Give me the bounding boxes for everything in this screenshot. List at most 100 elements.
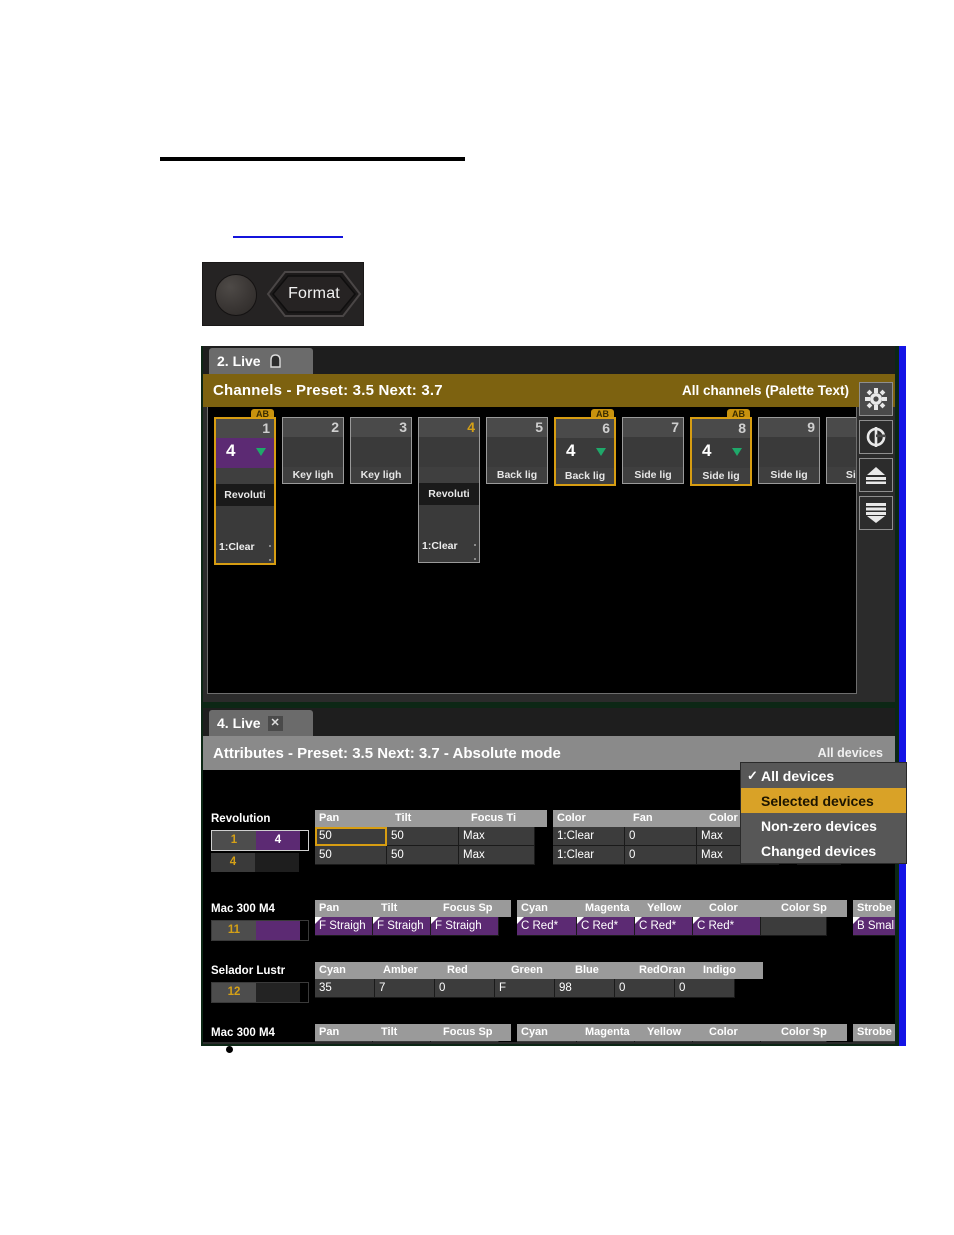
attribute-value-cell[interactable]: 50: [387, 846, 459, 865]
channel-cell-box[interactable]: 6 4 Back lig: [554, 417, 616, 486]
attribute-value-cell[interactable]: 50: [315, 827, 387, 846]
device-channel-pair[interactable]: 14: [211, 830, 309, 851]
attribute-value-cell[interactable]: 50: [315, 1041, 373, 1042]
tab-attributes-live[interactable]: 4. Live ✕: [209, 710, 313, 736]
hyperlink-underline[interactable]: [233, 236, 343, 238]
attribute-value-cell[interactable]: Max: [459, 846, 535, 865]
channel-cell[interactable]: 3 Key ligh: [350, 417, 412, 565]
attribute-value-cell[interactable]: C Red*: [577, 917, 635, 936]
dropdown-item-label: Selected devices: [761, 792, 874, 809]
attribute-value-cell[interactable]: C Red*: [517, 917, 577, 936]
down-triangle-icon: [256, 448, 266, 456]
channel-cell-box[interactable]: 3 Key ligh: [350, 417, 412, 484]
encoder-knob[interactable]: [215, 274, 257, 316]
channels-filter-label[interactable]: All channels (Palette Text): [682, 383, 849, 398]
attribute-value-cell[interactable]: 50: [387, 827, 459, 846]
format-button[interactable]: Format: [265, 269, 363, 319]
channels-tabbar: 2. Live: [203, 346, 895, 374]
attribute-value-cell[interactable]: (O/W): [693, 1041, 761, 1042]
channel-label: [216, 468, 274, 484]
attribute-header-cell: RedOran: [635, 962, 699, 979]
channel-label: Side lig: [692, 468, 750, 484]
attribute-value-cell[interactable]: 35: [315, 979, 375, 998]
close-icon[interactable]: ✕: [267, 715, 283, 731]
channel-cell-box[interactable]: 8 4 Side lig: [690, 417, 752, 486]
attribute-value-cell[interactable]: F: [495, 979, 555, 998]
attribute-value-cell[interactable]: 50: [373, 1041, 431, 1042]
channel-cell[interactable]: Side: [826, 417, 856, 565]
device-channel-pair[interactable]: 12: [211, 982, 309, 1003]
channel-label: Side: [827, 467, 856, 483]
attribute-value-cell[interactable]: [761, 1041, 827, 1042]
attribute-value-cell[interactable]: 1:Clear: [553, 827, 625, 846]
lock-icon: [268, 354, 283, 368]
channel-cell-box[interactable]: 7 Side lig: [622, 417, 684, 484]
channel-cell[interactable]: 7 Side lig: [622, 417, 684, 565]
contrast-icon[interactable]: [859, 420, 893, 454]
device-filter-dropdown[interactable]: ✓ All devices Selected devices Non-zero dev…: [740, 762, 907, 864]
attribute-value-cell[interactable]: Tracking: [431, 1041, 499, 1042]
channel-value: [351, 437, 411, 467]
channel-palette-value: 1:Clear: [216, 531, 274, 563]
channel-cell-box[interactable]: 1 4 Revoluti 1:Clear: [214, 417, 276, 565]
attribute-value-cell[interactable]: C Red*: [693, 917, 761, 936]
attribute-header-cell: Cyan: [517, 900, 581, 917]
dropdown-item[interactable]: Changed devices: [741, 838, 906, 863]
attribute-header-cell: Strobe: [853, 900, 895, 917]
attribute-value-cell[interactable]: 98: [555, 979, 615, 998]
channel-cell-box[interactable]: Side: [826, 417, 856, 484]
attribute-value-cell[interactable]: OPEN: [853, 1041, 895, 1042]
attribute-value-cell[interactable]: 1:Clear: [553, 846, 625, 865]
attribute-value-cell[interactable]: B Small*: [853, 917, 895, 936]
attribute-value-cell[interactable]: 7: [375, 979, 435, 998]
attribute-header-cell: Indigo: [699, 962, 763, 979]
dropdown-item[interactable]: Selected devices: [741, 788, 906, 813]
channel-label: Back lig: [487, 467, 547, 483]
device-channel-pair[interactable]: 11: [211, 920, 309, 941]
attribute-value-cell[interactable]: 0: [435, 979, 495, 998]
channel-label: Key ligh: [351, 467, 411, 483]
attribute-group: Cyan Amber Red Green Blue RedOran Indigo 35 7 0 F 9…: [315, 962, 763, 998]
channel-cell[interactable]: AB 6 4 Back lig: [554, 409, 616, 565]
channel-extended-info: Revoluti 1:Clear: [216, 484, 274, 563]
channel-cell[interactable]: 4 Revoluti 1:Clear: [418, 417, 480, 565]
dropdown-item[interactable]: ✓ All devices: [741, 763, 906, 788]
attributes-tabbar: 4. Live ✕: [203, 708, 895, 736]
attribute-value-cell[interactable]: 0: [615, 979, 675, 998]
attribute-value-cell[interactable]: [761, 917, 827, 936]
device-channel-number-row2: 4: [211, 853, 255, 872]
attribute-value-cell[interactable]: Max: [459, 827, 535, 846]
gear-icon[interactable]: [859, 382, 893, 416]
page-down-icon[interactable]: [859, 496, 893, 530]
attribute-value-cell[interactable]: F Straigh: [431, 917, 499, 936]
bullet-point: [226, 1046, 233, 1053]
attribute-value-cell[interactable]: 50: [315, 846, 387, 865]
attribute-value-cell[interactable]: 0: [625, 846, 697, 865]
channel-cell[interactable]: AB 8 4 Side lig: [690, 409, 752, 565]
attribute-value-cell[interactable]: 0: [625, 827, 697, 846]
attribute-value-cell[interactable]: 0: [675, 979, 735, 998]
device-channel-pair-row2[interactable]: 4: [211, 853, 309, 872]
attribute-header-row: Cyan Amber Red Green Blue RedOran Indigo: [315, 962, 763, 979]
channel-cell-box[interactable]: 2 Key ligh: [282, 417, 344, 484]
attributes-filter-label[interactable]: All devices: [818, 746, 883, 760]
attribute-value-cell[interactable]: C Red*: [635, 917, 693, 936]
channel-cell[interactable]: 9 Side lig: [758, 417, 820, 565]
attribute-value-cell[interactable]: 0: [517, 1041, 577, 1042]
channel-cell[interactable]: AB 1 4 Revoluti 1:Clear: [214, 409, 276, 565]
page-up-icon[interactable]: [859, 458, 893, 492]
channel-cell-box[interactable]: 5 Back lig: [486, 417, 548, 484]
channel-cell[interactable]: 5 Back lig: [486, 417, 548, 565]
dropdown-item[interactable]: Non-zero devices: [741, 813, 906, 838]
channel-cell-box[interactable]: 9 Side lig: [758, 417, 820, 484]
attribute-value-cell[interactable]: F Straigh: [315, 917, 373, 936]
tab-channels-live[interactable]: 2. Live: [209, 348, 313, 374]
attribute-value-cell[interactable]: 0: [577, 1041, 635, 1042]
attribute-header-cell: Focus Sp: [439, 1024, 511, 1041]
attribute-value-cell[interactable]: F Straigh: [373, 917, 431, 936]
attribute-value-cell[interactable]: 0: [635, 1041, 693, 1042]
channel-cell[interactable]: 2 Key ligh: [282, 417, 344, 565]
attribute-group: Pan Tilt Focus Sp F Straigh F Straigh F Strai…: [315, 900, 511, 936]
channel-intensity: 4: [566, 441, 576, 460]
channel-cell-box[interactable]: 4 Revoluti 1:Clear: [418, 417, 480, 563]
